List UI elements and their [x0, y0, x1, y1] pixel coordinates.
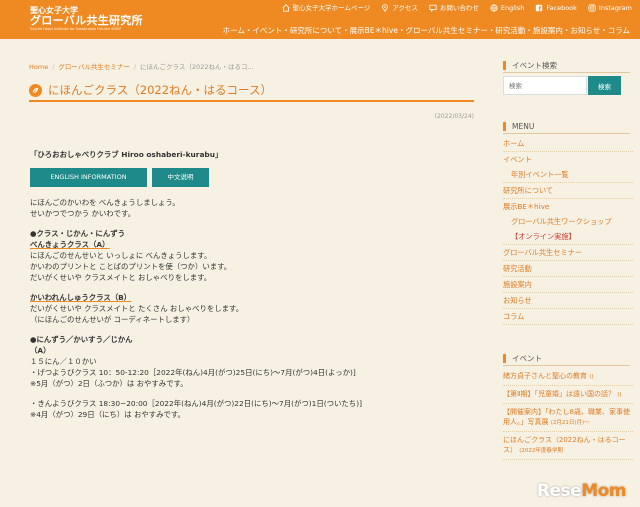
main-content: Home / グローバル共生セミナー / にほんごクラス（2022ねん・はるコ... に… — [0, 39, 496, 507]
sidebar-item-events-by-year[interactable]: 年別イベント一覧 — [503, 167, 633, 183]
post-date: (2022/03/24) — [434, 113, 474, 120]
event-item[interactable]: 【第Ⅱ期】「児童婚」は遠い国の話？ () — [503, 386, 633, 404]
event-item[interactable]: 緒方貞子さんと聖心の教育 () — [503, 368, 633, 386]
utility-links: 聖心女子大学ホームページ アクセス お問い合わせ English Faceboo… — [282, 3, 632, 13]
util-link-contact[interactable]: お問い合わせ — [429, 3, 479, 13]
event-list: 緒方貞子さんと聖心の教育 () 【第Ⅱ期】「児童婚」は遠い国の話？ () 【開催… — [503, 368, 633, 460]
leaf-icon — [29, 83, 42, 97]
breadcrumb-current: にほんごクラス（2022ねん・はるコ... — [140, 63, 254, 71]
sidebar-item-facilities[interactable]: 施設案内 — [503, 277, 633, 293]
intro-line-2: せいかつでつかう かいわです。 — [30, 209, 136, 218]
sidebar-item-online[interactable]: 【オンライン実施】 — [503, 229, 633, 245]
event-search-button[interactable]: 検索 — [588, 76, 621, 95]
util-link-access[interactable]: アクセス — [381, 3, 418, 13]
section-heading-classes: ●クラス・じかん・にんずう — [30, 229, 125, 238]
event-search-input[interactable] — [503, 76, 587, 95]
event-title: 【第Ⅱ期】「児童婚」は遠い国の話？ — [503, 390, 615, 398]
class-b-line-1: だいがくせいや クラスメイトと たくさん おしゃべりをします。 — [30, 304, 244, 313]
divider — [503, 133, 630, 134]
instagram-icon — [588, 4, 596, 12]
schedule-a-label: （A） — [30, 346, 51, 355]
util-instagram-label: Instagram — [598, 4, 632, 12]
sidebar-menu: ホーム イベント 年別イベント一覧 研究所について 展示BE＊hive グローバ… — [503, 136, 633, 325]
schedule-a-frequency: １５にん／１０かい — [30, 357, 97, 366]
menu-title: MENU — [503, 122, 630, 131]
section-heading-schedule: ●にんずう／かいすう／じかん — [30, 335, 133, 344]
sidebar-item-behive[interactable]: 展示BE＊hive — [503, 199, 633, 214]
schedule-monday-note: ※5月（がつ）2日（ふつか）は おやすみです。 — [30, 379, 188, 388]
resemom-watermark: ReseMom — [536, 481, 627, 501]
club-name: 「ひろおおしゃべりクラブ Hiroo oshaberi-kurabu」 — [30, 150, 223, 159]
breadcrumb-separator: / — [133, 63, 137, 71]
sidebar-item-research[interactable]: 研究活動 — [503, 261, 633, 277]
util-contact-label: お問い合わせ — [439, 4, 479, 12]
event-count: () — [589, 374, 594, 380]
chinese-info-button[interactable]: 中文说明 — [152, 168, 209, 187]
home-icon — [282, 4, 290, 12]
logo-english: Sacred Heart Institute for Sustainable F… — [30, 27, 122, 31]
language-buttons: ENGLISH INFORMATION 中文说明 — [30, 168, 470, 187]
event-title: 緒方貞子さんと聖心の教育 — [503, 372, 587, 380]
online-label: 【オンライン実施】 — [511, 232, 576, 241]
sidebar-item-home[interactable]: ホーム — [503, 136, 633, 152]
event-date: (2022年度春学期 — [519, 448, 563, 454]
schedule-friday: ・きんようびクラス 18:30−20:00［2022年(ねん)4月(がつ)22日… — [30, 399, 362, 408]
event-date: (2月21日(月)〜 — [550, 420, 590, 426]
util-home-label: 聖心女子大学ホームページ — [292, 4, 371, 12]
class-a-line-1: にほんごのせんせいと いっしょに べんきょうします。 — [30, 251, 212, 260]
event-item[interactable]: にほんごクラス（2022ねん・はるコース） (2022年度春学期 — [503, 432, 633, 460]
sidebar-item-about[interactable]: 研究所について — [503, 183, 633, 199]
class-a-line-3: だいがくせいや クラスメイトと おしゃべりをします。 — [30, 273, 212, 282]
sidebar-item-workshop[interactable]: グローバル共生ワークショップ — [503, 214, 633, 229]
util-english-label: English — [500, 4, 525, 12]
facebook-icon — [536, 4, 543, 12]
sidebar-item-column[interactable]: コラム — [503, 309, 633, 325]
page-title-bar: にほんごクラス（2022ねん・はるコース） — [29, 80, 474, 102]
sidebar-item-seminar[interactable]: グローバル共生セミナー — [503, 245, 633, 261]
map-pin-icon — [382, 4, 389, 12]
sidebar: イベント検索 検索 MENU ホーム イベント 年別イベント一覧 研究所について… — [497, 39, 640, 507]
breadcrumb-separator: / — [52, 63, 55, 71]
schedule-monday: ・げつようびクラス 10：50-12:20［2022年(ねん)4月(がつ)25日… — [30, 368, 356, 377]
schedule-friday-note: ※4月（がつ）29日（にち）は おやすみです。 — [30, 410, 185, 419]
site-header: 聖心女子大学 グローバル共生研究所 Sacred Heart Institute… — [0, 0, 640, 39]
util-link-instagram[interactable]: Instagram — [588, 3, 632, 13]
global-nav[interactable]: ホーム・イベント・研究所について・展示BE＊hive・グローバル共生セミナー・研… — [223, 25, 630, 36]
breadcrumb-parent[interactable]: グローバル共生セミナー — [58, 63, 129, 71]
divider — [503, 72, 630, 73]
chat-icon — [429, 4, 437, 12]
intro-line-1: にほんごのかいわを べんきょうしましょう。 — [30, 198, 180, 207]
event-search-title: イベント検索 — [503, 61, 630, 70]
sidebar-item-news[interactable]: お知らせ — [503, 293, 633, 309]
util-access-label: アクセス — [392, 4, 418, 12]
util-link-facebook[interactable]: Facebook — [535, 3, 577, 13]
logo-institute: グローバル共生研究所 — [30, 14, 143, 27]
class-a-title: べんきょうクラス（A） — [30, 240, 110, 249]
event-item[interactable]: 【開催案内】「わたし8歳、職業、家事使用人。」写真展 (2月21日(月)〜 — [503, 404, 633, 432]
breadcrumb-home[interactable]: Home — [29, 63, 48, 71]
watermark-part1: Rese — [536, 481, 582, 501]
class-b-line-2: （にほんごのせんせいが コーディネートします） — [30, 315, 195, 324]
util-link-english[interactable]: English — [490, 3, 524, 13]
breadcrumb: Home / グローバル共生セミナー / にほんごクラス（2022ねん・はるコ... — [29, 61, 254, 71]
class-b-title: かいわれんしゅうクラス（B） — [30, 293, 132, 302]
sidebar-item-events[interactable]: イベント — [503, 152, 633, 167]
globe-icon — [490, 4, 498, 12]
event-count: () — [617, 392, 622, 398]
events-title: イベント — [503, 354, 630, 363]
page-title: にほんごクラス（2022ねん・はるコース） — [48, 83, 272, 97]
english-information-button[interactable]: ENGLISH INFORMATION — [30, 168, 147, 187]
article-body: 「ひろおおしゃべりクラブ Hiroo oshaberi-kurabu」 ENGL… — [30, 149, 470, 420]
watermark-part2: Mom — [581, 481, 626, 501]
class-a-line-2: かいわのプリントと ことばのプリントを使（つか）います。 — [30, 262, 232, 271]
util-facebook-label: Facebook — [546, 4, 577, 12]
site-logo[interactable]: 聖心女子大学 グローバル共生研究所 Sacred Heart Institute… — [30, 6, 143, 32]
util-link-home[interactable]: 聖心女子大学ホームページ — [282, 3, 371, 13]
divider — [503, 365, 630, 366]
